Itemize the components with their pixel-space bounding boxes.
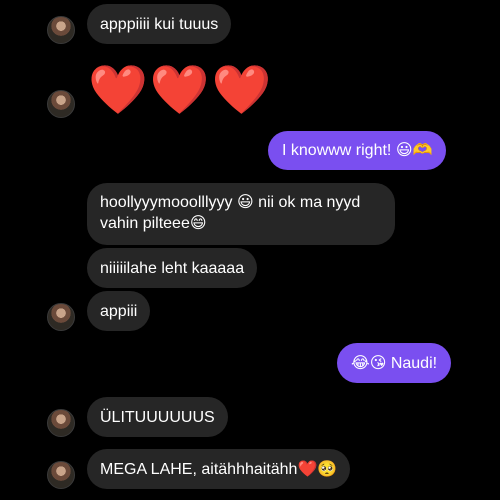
sender-avatar[interactable] <box>47 16 75 44</box>
sender-avatar[interactable] <box>47 90 75 118</box>
message-bubble-incoming[interactable]: ÜLITUUUUUUS <box>87 397 228 437</box>
sender-avatar[interactable] <box>47 303 75 331</box>
message-bubble-incoming[interactable]: niiiiilahe leht kaaaaa <box>87 248 258 288</box>
message-line: hoollyyymooolllyyy 😃 nii ok ma nyyd <box>100 194 361 211</box>
heart-emoji-message[interactable]: ❤️❤️❤️ <box>88 66 273 114</box>
sender-avatar[interactable] <box>47 409 75 437</box>
sender-avatar[interactable] <box>47 461 75 489</box>
message-bubble-incoming[interactable]: hoollyyymooolllyyy 😃 nii ok ma nyyd vahi… <box>87 183 395 245</box>
message-bubble-incoming[interactable]: appiii <box>87 291 151 331</box>
message-bubble-outgoing[interactable]: I knowww right! 😃🫶 <box>268 131 447 170</box>
message-bubble-incoming[interactable]: MEGA LAHE, aitähhhaitähh❤️🥺 <box>87 449 351 489</box>
message-bubble-outgoing[interactable]: 😂😘 Naudi! <box>337 343 452 383</box>
message-bubble-incoming[interactable]: apppiiii kui tuuus <box>87 4 232 44</box>
message-line: vahin pilteee😄 <box>100 215 207 232</box>
